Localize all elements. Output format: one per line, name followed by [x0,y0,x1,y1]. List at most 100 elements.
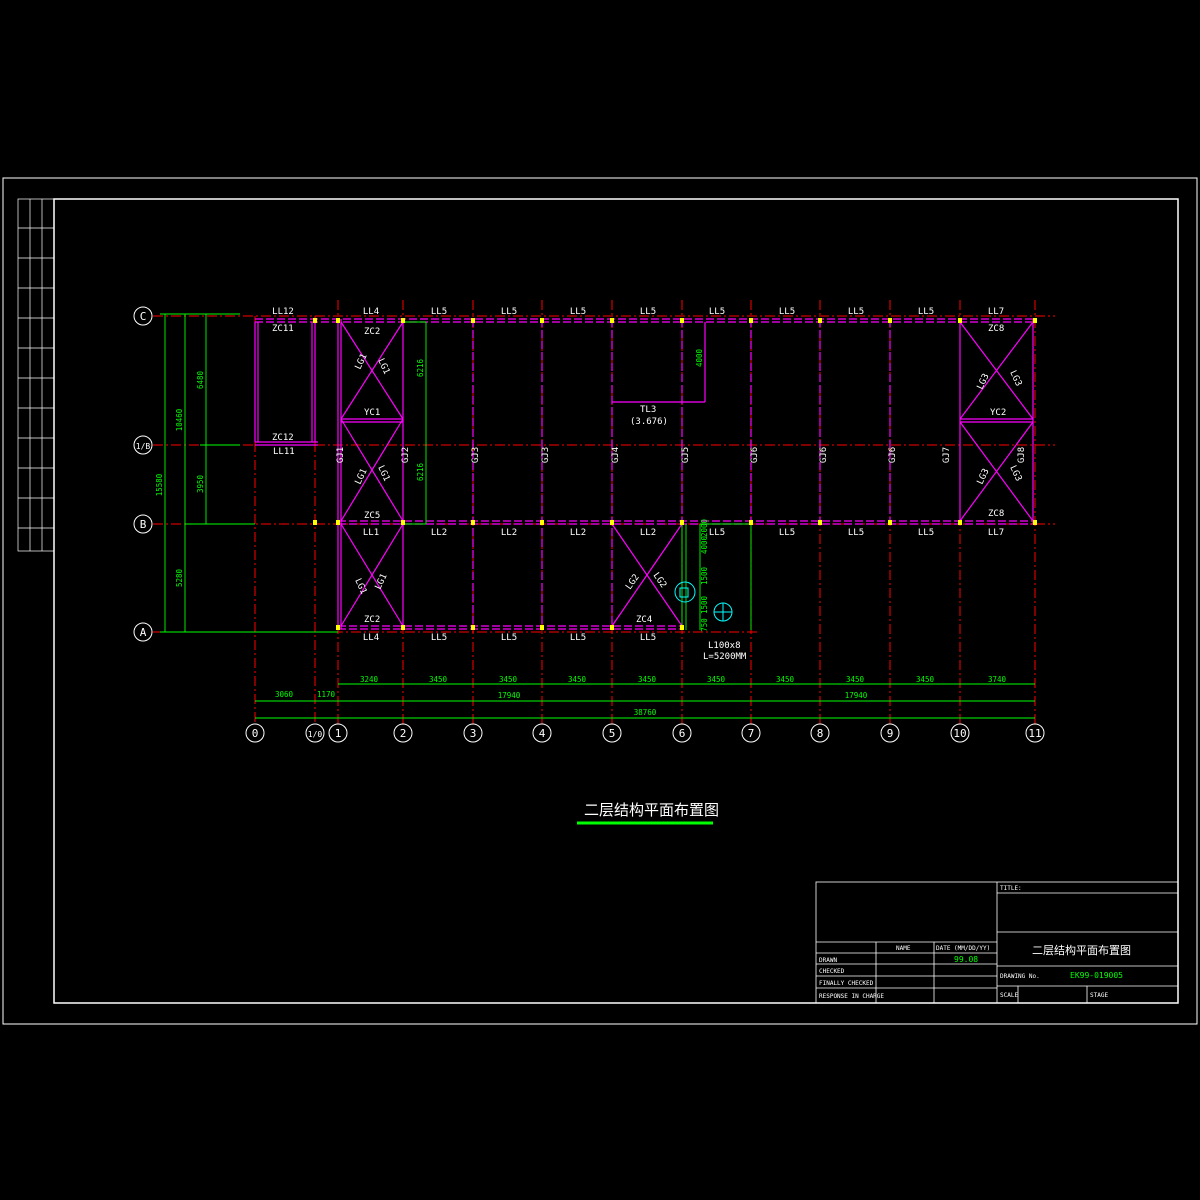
tb-drawing-no-label: DRAWING No. [1000,973,1040,980]
column-marker [540,625,544,630]
tb-name-header: NAME [896,945,911,952]
axis-bubble-col: 5 [602,723,622,743]
column-marker [818,318,822,323]
label-zc4: ZC4 [636,615,652,625]
tb-title-label: TITLE: [1000,885,1022,892]
beam-label-mid: LL2 [501,528,517,538]
beam-label-top: LL5 [848,307,864,317]
beam-label-bottom: LL5 [570,633,586,643]
column-marker [680,625,684,630]
frame-label: GJ6 [750,447,760,463]
column-marker [401,625,405,630]
axis-bubble-col: 6 [672,723,692,743]
dimension-lines [160,313,1035,825]
outer-frame [2,177,1198,1025]
title-block: TITLE: NAME DATE (MM/DD/YY) DRAWN CHECKE… [815,881,1179,1004]
column-marker [749,318,753,323]
axis-bubble-col: 11 [1025,723,1045,743]
axis-bubble-col: 10 [950,723,970,743]
dim-left: 6480 [196,370,205,389]
dim-bottom: 3450 [916,675,935,684]
label-lg1-e: LG1 [352,577,368,596]
frame-labels: GJ1 GJ2 GJ3 GJ3 GJ4 GJ5 GJ6 GJ6 GJ6 GJ7 GJ8 [336,447,1027,463]
axis-bubble-col: 3 [463,723,483,743]
tb-drawing-name: 二层结构平面布置图 [1032,943,1131,957]
beam-label-bottom: LL5 [640,633,656,643]
column-marker [1033,520,1037,525]
label-lg3-a: LG3 [976,372,992,391]
axis-label: 0 [252,727,259,740]
dim-bottom: 1170 [317,690,336,699]
tb-scale-label: SCALE [1000,992,1018,999]
column-marker [958,318,962,323]
dim-left: 5280 [175,568,184,587]
column-marker [610,625,614,630]
dim-interior: 1500 [700,566,709,585]
tb-date-value: 99.08 [954,955,978,964]
axis-bubble-row: B [133,514,153,534]
label-zc2-bottom: ZC2 [364,615,380,625]
axis-bubble-row: A [133,622,153,642]
frame-label: GJ3 [471,447,481,463]
column-marker [336,625,340,630]
beam-label-top: LL12 [272,307,294,317]
label-angle-length: L=5200MM [703,652,747,662]
dim-bottom: 3450 [499,675,518,684]
beam-label-top: LL5 [640,307,656,317]
axis-bubble-row: 1/B [133,435,153,455]
label-tl3-elev: (3.676) [630,417,668,427]
tb-row-drawn: DRAWN [819,957,837,964]
dim-bottom: 3450 [568,675,587,684]
dim-bottom: 3740 [988,675,1007,684]
axis-label: B [140,518,147,531]
dim-left: 3950 [196,474,205,493]
beam-label-bottom: LL4 [363,633,379,643]
label-lg1-b: LG1 [375,357,391,376]
structural-members [254,318,1035,630]
frame-label: GJ6 [819,447,829,463]
column-marker [471,625,475,630]
revision-strip [17,198,55,552]
label-zc12: ZC12 [272,433,294,443]
axis-label: 1/0 [308,730,323,739]
column-marker [888,318,892,323]
axis-lines [153,300,1055,724]
dim-bottom: 3450 [846,675,865,684]
detail-circle [674,581,696,603]
beam-label-top: LL5 [570,307,586,317]
column-marker [1033,318,1037,323]
axis-label: 1 [335,727,342,740]
axis-label: 5 [609,727,616,740]
axis-label: 9 [887,727,894,740]
beam-label-bottom: LL5 [501,633,517,643]
beam-label-mid: LL2 [431,528,447,538]
label-lg1-f: LG1 [374,572,390,591]
label-yc1: YC1 [364,408,380,418]
beam-label-mid: LL5 [918,528,934,538]
beam-label-mid: LL2 [640,528,656,538]
dim-bottom: 3060 [275,690,294,699]
tb-row-checked: CHECKED [819,968,845,975]
dim-bottom-sum: 17940 [845,691,868,700]
label-lg3-d: LG3 [1007,464,1023,483]
label-lg3-b: LG3 [1007,369,1023,388]
axis-label: 1/B [136,442,151,451]
axis-label: C [140,310,147,323]
frame-label: GJ7 [942,447,952,463]
frame-label: GJ8 [1017,447,1027,463]
column-marker [610,318,614,323]
label-zc5: ZC5 [364,511,380,521]
structural-plan-drawing: 0 1/0 1 2 3 4 5 6 7 8 9 10 11 C 1/B B A LL12 LL4 LL5 LL5 LL5… [2,177,1198,1025]
axis-label: 8 [817,727,824,740]
dim-interior: 4000 [700,535,709,554]
column-marker [540,520,544,525]
axis-bubble-col: 2 [393,723,413,743]
column-marker [680,318,684,323]
dim-interior: 1500 [700,595,709,614]
axis-label: 3 [470,727,477,740]
column-marker [749,520,753,525]
label-zc8-top: ZC8 [988,324,1004,334]
tb-row-finally: FINALLY CHECKED [819,980,874,987]
label-zc8-bottom: ZC8 [988,509,1004,519]
dim-interior: 2000 [700,518,709,537]
